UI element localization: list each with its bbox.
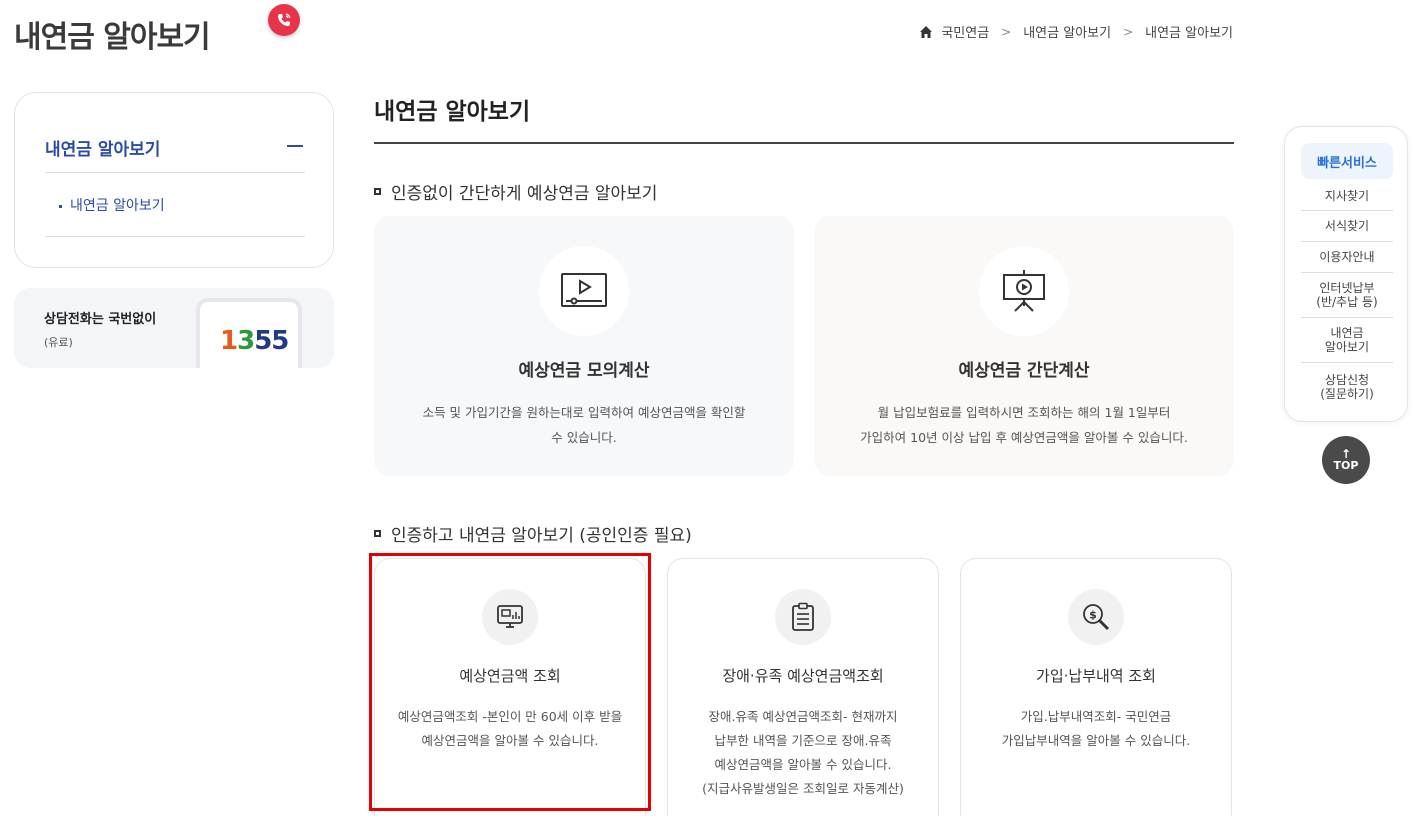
disability-survivor-card[interactable]: 장애·유족 예상연금액조회 장애.유족 예상연금액조회- 현재까지 납부한 내역…	[667, 558, 939, 816]
section-heading-label: 인증하고 내연금 알아보기 (공인인증 필요)	[391, 526, 692, 546]
card-description: 월 납입보험료를 입력하시면 조회하는 해의 1월 1일부터 가입하여 10년 …	[844, 400, 1204, 450]
content-title: 내연금 알아보기	[374, 99, 531, 125]
quick-item-guide[interactable]: 이용자안내	[1301, 242, 1393, 273]
card-description-line: 장애.유족 예상연금액조회- 현재까지	[708, 709, 898, 724]
section-heading: 인증없이 간단하게 예상연금 알아보기	[374, 179, 657, 204]
quick-service-panel: 빠른서비스 지사찾기 서식찾기 이용자안내 인터넷납부 (반/추납 등) 내연금 알…	[1284, 126, 1408, 422]
title-divider	[374, 142, 1234, 144]
call-center-banner: 상담전화는 국번없이 (유료) 1355	[14, 288, 334, 368]
breadcrumb-item[interactable]: 내연금 알아보기	[1145, 22, 1233, 41]
collapse-icon[interactable]	[287, 145, 303, 147]
card-description-line: 예상연금액을 알아볼 수 있습니다.	[421, 733, 599, 748]
quick-item-label: 이용자안내	[1319, 250, 1375, 264]
phone-digit: 3	[237, 326, 255, 356]
square-bullet-icon	[374, 530, 381, 537]
chevron-right-icon: >	[1123, 24, 1134, 39]
quick-item-consult[interactable]: 상담신청 (질문하기)	[1301, 363, 1393, 411]
quick-item-label: 상담신청	[1324, 373, 1370, 387]
card-title: 가입·납부내역 조회	[1036, 667, 1156, 685]
presentation-board-icon	[979, 246, 1069, 336]
breadcrumb-item[interactable]: 내연금 알아보기	[1023, 22, 1111, 41]
card-title: 예상연금 간단계산	[958, 361, 1090, 381]
quick-item-label: (질문하기)	[1320, 387, 1374, 401]
card-description: 예상연금액조회 -본인이 만 60세 이후 받을 예상연금액을 알아볼 수 있습…	[389, 705, 631, 753]
card-description: 소득 및 가입기간을 원하는대로 입력하여 예상연금액을 확인할 수 있습니다.	[404, 400, 764, 450]
svg-text:$: $	[1089, 609, 1097, 622]
breadcrumb: 국민연금 > 내연금 알아보기 > 내연금 알아보기	[919, 22, 1233, 41]
side-menu-header[interactable]: 내연금 알아보기	[45, 135, 305, 173]
card-description-line: (지급사유발생일은 조회일로 자동계산)	[702, 781, 904, 796]
card-description-line: 월 납입보험료를 입력하시면 조회하는 해의 1월 1일부터	[877, 405, 1171, 420]
call-title: 상담전화는 국번없이	[44, 312, 157, 327]
clipboard-icon	[775, 589, 831, 645]
monitor-chart-icon	[482, 589, 538, 645]
arrow-up-icon: ↑	[1340, 446, 1352, 461]
phone-digit: 55	[254, 326, 289, 356]
home-icon[interactable]	[919, 25, 933, 39]
quick-item-label: 알아보기	[1324, 340, 1370, 354]
card-description-line: 가입.납부내역조회- 국민연금	[1020, 709, 1172, 724]
card-title: 장애·유족 예상연금액조회	[722, 667, 884, 685]
simple-calc-card[interactable]: 예상연금 간단계산 월 납입보험료를 입력하시면 조회하는 해의 1월 1일부터…	[814, 216, 1234, 476]
card-title: 예상연금 모의계산	[518, 361, 650, 381]
card-description-line: 예상연금액을 알아볼 수 있습니다.	[714, 757, 892, 772]
card-description-line: 가입하여 10년 이상 납입 후 예상연금액을 알아볼 수 있습니다.	[860, 430, 1188, 445]
video-screen-icon	[539, 246, 629, 336]
quick-service-title: 빠른서비스	[1301, 143, 1393, 179]
quick-item-label: 내연금	[1330, 326, 1364, 340]
page-title: 내연금 알아보기	[14, 20, 211, 55]
quick-item-label: 지사찾기	[1324, 188, 1370, 203]
side-menu-title: 내연금 알아보기	[45, 140, 161, 160]
scroll-top-label: TOP	[1333, 458, 1359, 472]
card-description-line: 납부한 내역을 기준으로 장애.유족	[714, 733, 892, 748]
card-description: 장애.유족 예상연금액조회- 현재까지 납부한 내역을 기준으로 장애.유족 예…	[682, 705, 924, 801]
scroll-top-button[interactable]: ↑ TOP	[1322, 436, 1370, 484]
phone-number: 1355	[220, 326, 289, 356]
side-menu-item[interactable]: 내연금 알아보기	[45, 173, 305, 237]
bullet-icon	[59, 204, 62, 208]
square-bullet-icon	[374, 188, 381, 195]
quick-service-list: 지사찾기 서식찾기 이용자안내 인터넷납부 (반/추납 등) 내연금 알아보기 상담…	[1301, 181, 1393, 411]
breadcrumb-item[interactable]: 국민연금	[941, 22, 989, 41]
quick-item-internet-payment[interactable]: 인터넷납부 (반/추납 등)	[1301, 273, 1393, 318]
enrollment-payment-card[interactable]: $ 가입·납부내역 조회 가입.납부내역조회- 국민연금 가입납부내역을 알아볼…	[960, 558, 1232, 816]
quick-item-label: 서식찾기	[1324, 219, 1370, 233]
section-heading: 인증하고 내연금 알아보기 (공인인증 필요)	[374, 521, 692, 546]
card-description: 가입.납부내역조회- 국민연금 가입납부내역을 알아볼 수 있습니다.	[975, 705, 1217, 753]
call-note: (유료)	[44, 336, 73, 349]
side-menu-item-label: 내연금 알아보기	[70, 198, 165, 214]
phone-call-icon	[268, 4, 300, 36]
card-description-line: 수 있습니다.	[551, 430, 617, 445]
section-heading-label: 인증없이 간단하게 예상연금 알아보기	[391, 184, 658, 204]
card-description-line: 소득 및 가입기간을 원하는대로 입력하여 예상연금액을 확인할	[422, 405, 746, 420]
expected-pension-card[interactable]: 예상연금액 조회 예상연금액조회 -본인이 만 60세 이후 받을 예상연금액을…	[374, 558, 646, 816]
chevron-right-icon: >	[1001, 24, 1012, 39]
card-description-line: 가입납부내역을 알아볼 수 있습니다.	[1001, 733, 1191, 748]
coin-search-icon: $	[1068, 589, 1124, 645]
quick-item-forms[interactable]: 서식찾기	[1301, 211, 1393, 242]
quick-item-label: (반/추납 등)	[1316, 295, 1378, 309]
card-title: 예상연금액 조회	[459, 667, 561, 685]
quick-item-branch[interactable]: 지사찾기	[1301, 181, 1393, 211]
quick-item-label: 인터넷납부	[1319, 281, 1375, 295]
simulation-calc-card[interactable]: 예상연금 모의계산 소득 및 가입기간을 원하는대로 입력하여 예상연금액을 확…	[374, 216, 794, 476]
quick-item-my-pension[interactable]: 내연금 알아보기	[1301, 318, 1393, 363]
phone-illustration: 1355	[196, 298, 302, 368]
side-menu: 내연금 알아보기 내연금 알아보기	[14, 92, 334, 268]
phone-digit: 1	[220, 326, 238, 356]
card-description-line: 예상연금액조회 -본인이 만 60세 이후 받을	[397, 709, 623, 724]
